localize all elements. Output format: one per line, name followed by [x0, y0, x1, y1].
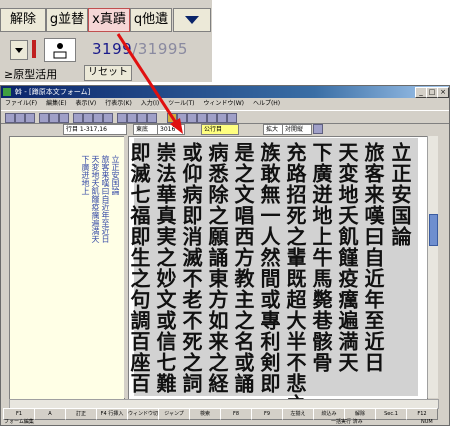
window-title: 斡 - [蹲原本文フォーム]	[15, 88, 91, 96]
release-button[interactable]: 解除	[0, 8, 46, 32]
current-line-field[interactable]: 公行目	[201, 124, 239, 135]
record-counter: 3199/31995	[92, 40, 188, 58]
sort-button[interactable]: g並替	[46, 8, 88, 32]
zoom-tab-row: ≥原型活用 リセット	[0, 64, 212, 82]
preview-icon[interactable]	[197, 113, 207, 123]
record-last-icon[interactable]	[147, 113, 157, 123]
manuscript-column: 旅客来嘆曰自近年至近日	[361, 142, 385, 373]
sort-icon[interactable]	[93, 113, 103, 123]
undo-icon[interactable]	[73, 113, 83, 123]
record-prev-icon[interactable]	[127, 113, 137, 123]
print-icon[interactable]	[187, 113, 197, 123]
menu-input[interactable]: 入力(I)	[141, 100, 159, 107]
zoom-label: 拡大	[263, 124, 283, 135]
menu-view[interactable]: 表示(V)	[75, 100, 96, 107]
application-window: 斡 - [蹲原本文フォーム] _ □ × ファイル(F) 編集(E) 表示(V)…	[0, 85, 450, 426]
menu-tools[interactable]: ツール(T)	[168, 100, 194, 107]
database-icon[interactable]	[217, 113, 227, 123]
manuscript-column: 即滅七福即生之句調百座百	[128, 142, 151, 394]
transcription-line: 天変地夭飢饉疫癘遍満天	[91, 155, 100, 243]
menu-line-view[interactable]: 行表示(K)	[105, 100, 132, 107]
other-remains-button[interactable]: q他遺	[130, 8, 172, 32]
manuscript-column: 或仰病即消滅不老不死之詞	[179, 142, 203, 394]
manuscript-image-pane[interactable]: 立正安国論 旅客来嘆曰自近年至近日 天変地夭飢饉疫癘遍満天 下廣迸地上牛馬斃巷骸…	[128, 136, 428, 400]
menu-window[interactable]: ウィンドウ(W)	[203, 100, 244, 107]
toolbar-main	[1, 110, 449, 124]
copy-icon[interactable]	[49, 113, 59, 123]
menu-help[interactable]: ヘルプ(H)	[253, 100, 280, 107]
menu-file[interactable]: ファイル(F)	[5, 100, 37, 107]
chevron-down-icon[interactable]	[313, 124, 323, 134]
manuscript-column: 是之文唱西方教主之名或誦	[231, 142, 255, 394]
help-icon[interactable]	[227, 113, 237, 123]
record-indicator-icon[interactable]	[44, 38, 76, 62]
vertical-scrollbar[interactable]	[427, 136, 438, 398]
zoom-in-icon[interactable]	[167, 113, 177, 123]
find-icon[interactable]	[83, 113, 93, 123]
page-field[interactable]: 3016	[157, 124, 185, 135]
area-field[interactable]: 東底	[133, 124, 159, 135]
toolbar-navigation: 行目 1-317,16 東底 3016 公行目 拡大 対開縦	[1, 123, 449, 135]
transcription-pane[interactable]: 立正安国論 旅客来嘆曰自近年至近日 天変地夭飢饉疫癘遍満天 下廣迸地上	[9, 136, 125, 400]
status-num: NUM	[421, 419, 433, 425]
status-bar: フォーム編集 一括実行 済み NUM	[1, 419, 449, 425]
scrollbar-thumb[interactable]	[429, 214, 438, 246]
menu-edit[interactable]: 編集(E)	[46, 100, 66, 107]
record-next-icon[interactable]	[137, 113, 147, 123]
transcription-line: 下廣迸地上	[81, 155, 90, 195]
autograph-button[interactable]: x真蹟	[88, 8, 130, 32]
app-icon	[3, 88, 11, 96]
zoomed-toolbar-inset: 解除 g並替 x真蹟 q他遺 3199/31995 ≥原型活用 リセット	[0, 0, 212, 82]
paste-icon[interactable]	[59, 113, 69, 123]
manuscript-column: 病悉除之願誦東方如来之経	[205, 142, 229, 394]
reset-button[interactable]: リセット	[84, 65, 132, 81]
red-marker-icon	[32, 40, 36, 58]
transcription-line: 立正安国論	[111, 155, 120, 195]
line-field[interactable]: 行目 1-317,16	[63, 124, 127, 135]
status-left: フォーム編集	[4, 419, 34, 425]
manuscript-column: 下廣迸地上牛馬斃巷骸骨	[309, 142, 333, 373]
open-icon[interactable]	[15, 113, 25, 123]
manuscript-column: 充路招死之輩既超大半不悲之	[283, 142, 307, 400]
manuscript-column: 天変地夭飢饉疫癘遍満天	[335, 142, 359, 373]
tab-marker-icon: ≥	[4, 68, 14, 81]
chevron-down-icon[interactable]	[10, 40, 28, 60]
properties-icon[interactable]	[207, 113, 217, 123]
save-icon[interactable]	[25, 113, 35, 123]
filter-icon[interactable]	[103, 113, 113, 123]
menu-bar: ファイル(F) 編集(E) 表示(V) 行表示(K) 入力(I) ツール(T) …	[1, 98, 449, 110]
record-total: /31995	[132, 40, 188, 58]
new-icon[interactable]	[5, 113, 15, 123]
tab-original-form[interactable]: ≥原型活用	[4, 66, 57, 82]
manuscript-column: 立正安国論	[388, 142, 412, 247]
zoom-out-icon[interactable]	[177, 113, 187, 123]
manuscript-column: 族敢無一人然間或專利剣即	[257, 142, 281, 394]
close-icon[interactable]: ×	[437, 87, 449, 98]
cut-icon[interactable]	[39, 113, 49, 123]
record-first-icon[interactable]	[117, 113, 127, 123]
transcription-line: 旅客来嘆曰自近年至近日	[101, 155, 110, 243]
manuscript-column: 崇法華真実之妙文或信七難	[153, 142, 177, 394]
title-bar: 斡 - [蹲原本文フォーム] _ □ ×	[1, 86, 449, 98]
status-middle: 一括実行 済み	[331, 419, 363, 425]
manuscript-image: 立正安国論 旅客来嘆曰自近年至近日 天変地夭飢饉疫癘遍満天 下廣迸地上牛馬斃巷骸…	[129, 138, 418, 399]
record-current: 3199	[92, 40, 133, 58]
dropdown-arrow-icon[interactable]	[173, 8, 211, 32]
function-key-bar: F1 A 訂正 F4 行挿入 ウィンドウ切替 ジャンプ 検索 F8 F9 左揃え…	[1, 408, 449, 420]
zoom-select[interactable]: 対開縦	[282, 124, 312, 135]
